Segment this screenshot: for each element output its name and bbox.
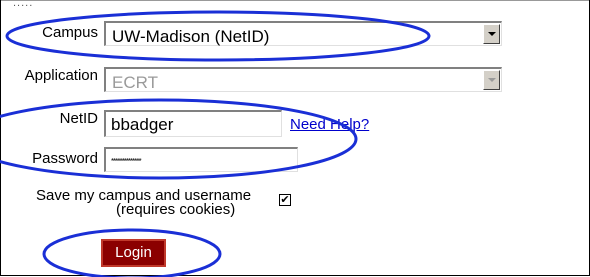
campus-label: Campus bbox=[42, 24, 98, 41]
application-selected-value: ECRT bbox=[112, 73, 158, 92]
password-label: Password bbox=[32, 150, 98, 167]
password-mask: ************** bbox=[111, 157, 142, 166]
netid-label: NetID bbox=[59, 110, 98, 127]
checkmark-icon: ✔ bbox=[280, 194, 290, 206]
save-checkbox[interactable]: ✔ bbox=[279, 194, 291, 206]
save-settings-text: Save my campus and username (requires co… bbox=[36, 188, 251, 218]
campus-selected-value: UW-Madison (NetID) bbox=[112, 27, 270, 46]
login-button[interactable]: Login bbox=[101, 239, 166, 267]
netid-field[interactable]: bbadger bbox=[104, 110, 282, 137]
netid-value: bbadger bbox=[111, 115, 174, 134]
chevron-down-icon[interactable] bbox=[483, 70, 500, 90]
chevron-down-icon[interactable] bbox=[483, 24, 500, 44]
password-field[interactable]: ************** bbox=[104, 147, 298, 172]
application-label: Application bbox=[24, 67, 98, 84]
campus-select[interactable]: UW-Madison (NetID) bbox=[104, 21, 502, 46]
application-select[interactable]: ECRT bbox=[104, 67, 502, 92]
cookies-note: (requires cookies) bbox=[116, 201, 236, 218]
need-help-link[interactable]: Need Help? bbox=[290, 116, 369, 133]
